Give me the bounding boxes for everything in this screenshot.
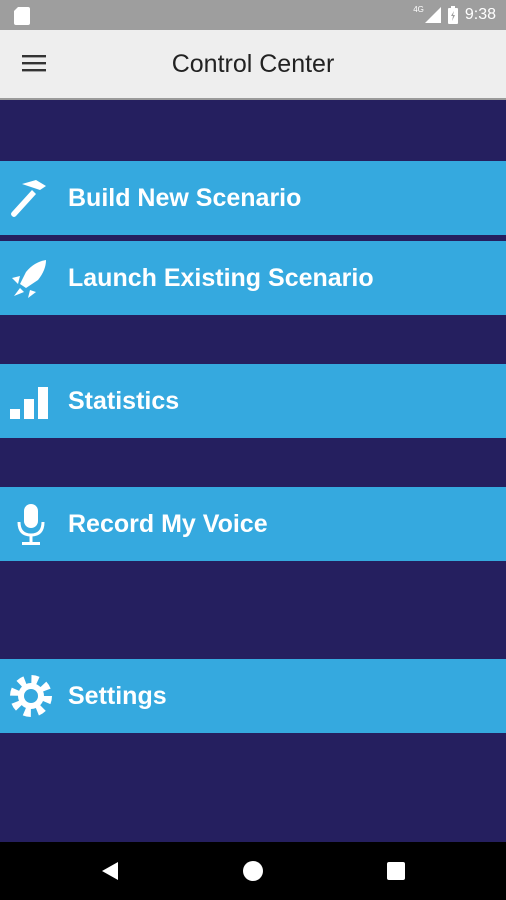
battery-icon xyxy=(447,6,458,24)
home-button[interactable] xyxy=(242,860,264,887)
build-new-scenario-label: Build New Scenario xyxy=(68,184,302,212)
back-button[interactable] xyxy=(100,861,120,886)
microphone-icon xyxy=(17,504,45,545)
settings-button[interactable]: Settings xyxy=(0,659,506,733)
settings-label: Settings xyxy=(68,682,167,710)
bar-chart-icon xyxy=(10,387,48,419)
launch-existing-scenario-label: Launch Existing Scenario xyxy=(68,264,374,292)
launch-existing-scenario-button[interactable]: Launch Existing Scenario xyxy=(0,241,506,315)
gear-icon xyxy=(10,675,52,717)
build-new-scenario-button[interactable]: Build New Scenario xyxy=(0,161,506,235)
rocket-icon xyxy=(12,260,46,298)
sd-card-icon xyxy=(14,7,30,25)
status-bar: 4G 9:38 xyxy=(0,0,506,30)
statistics-label: Statistics xyxy=(68,387,180,415)
navigation-bar xyxy=(0,842,506,900)
statistics-button[interactable]: Statistics xyxy=(0,364,506,438)
clock: 9:38 xyxy=(464,6,496,23)
record-my-voice-label: Record My Voice xyxy=(68,510,268,538)
signal-icon xyxy=(424,7,441,23)
home-circle-icon xyxy=(243,861,263,881)
network-type: 4G xyxy=(413,4,424,14)
recents-square-icon xyxy=(387,862,405,880)
recents-button[interactable] xyxy=(387,862,405,885)
page-title: Control Center xyxy=(171,50,335,78)
record-my-voice-button[interactable]: Record My Voice xyxy=(0,487,506,561)
back-triangle-icon xyxy=(102,862,118,880)
hammer-icon xyxy=(11,180,46,217)
app-bar: Control Center xyxy=(0,30,506,100)
